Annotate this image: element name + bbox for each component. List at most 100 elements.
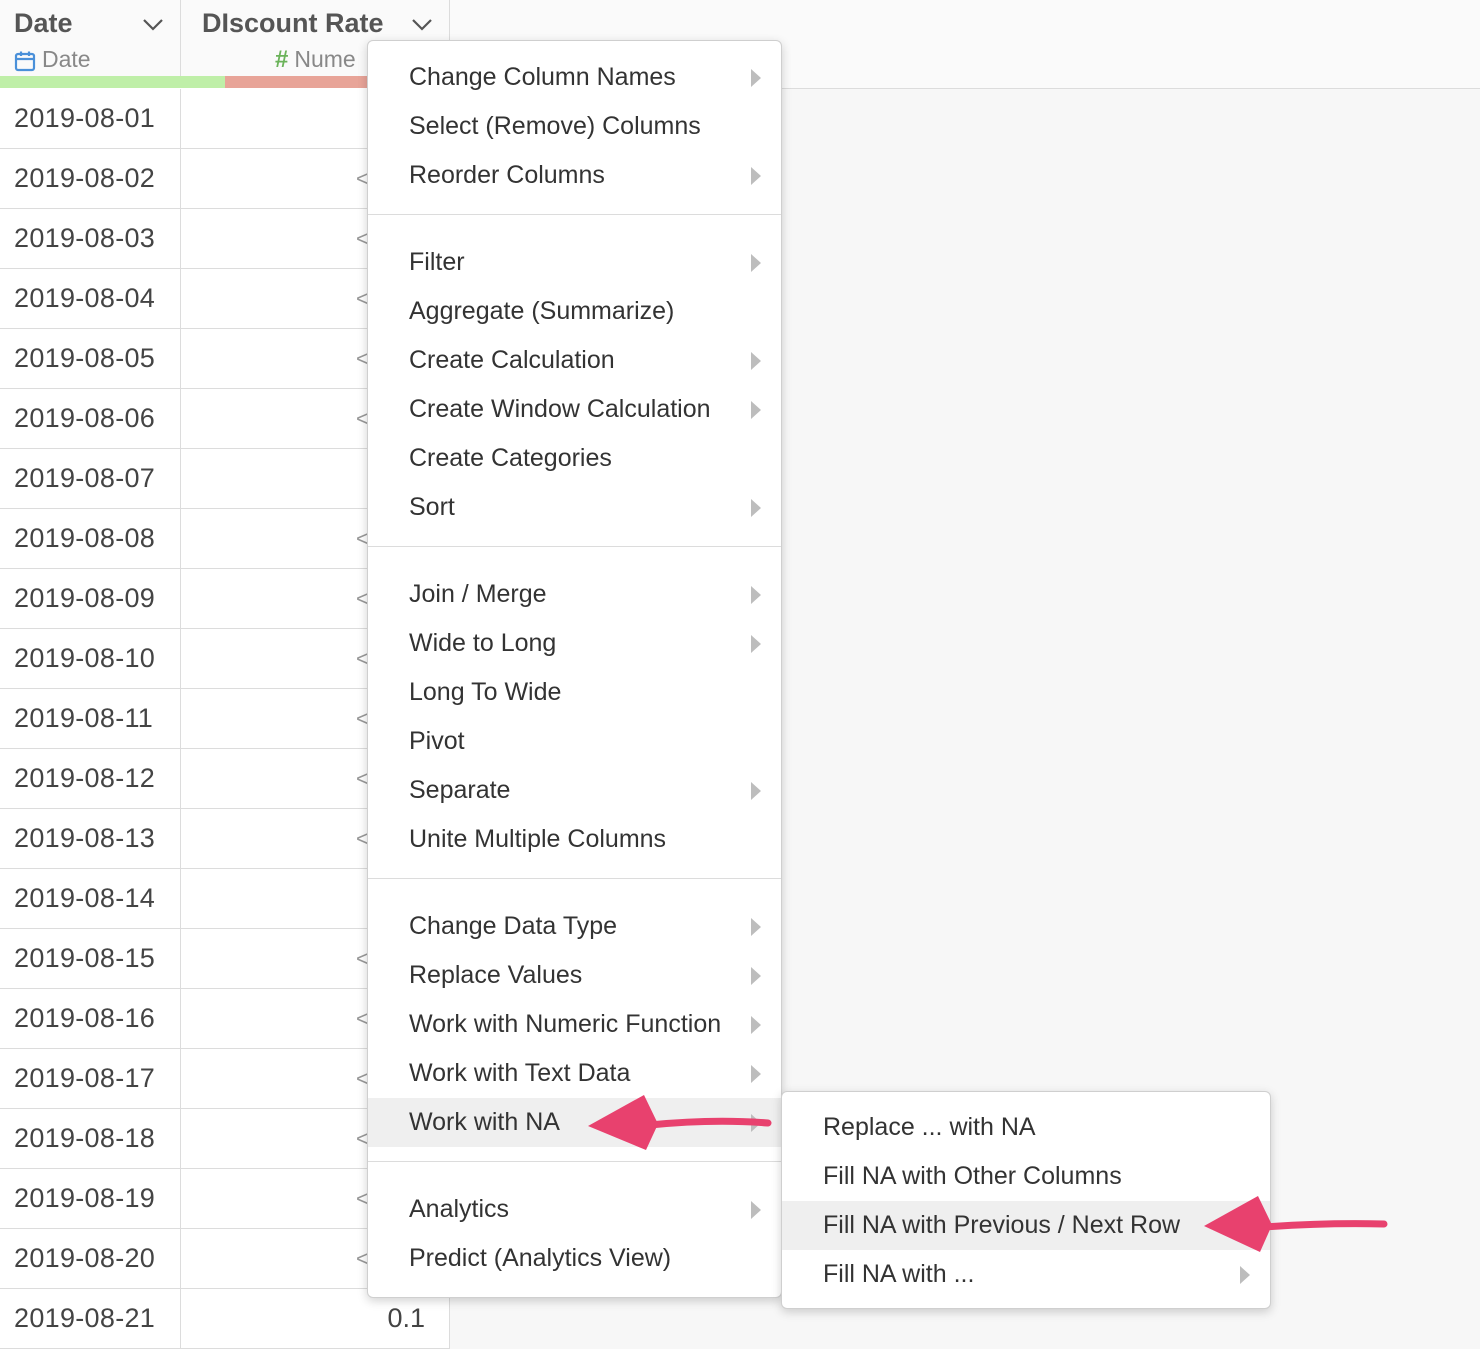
menu-item-work-with-numeric-function[interactable]: Work with Numeric Function	[368, 1000, 781, 1049]
menu-item-filter[interactable]: Filter	[368, 238, 781, 287]
date-cell[interactable]: 2019-08-06	[0, 389, 181, 448]
menu-item-join-merge[interactable]: Join / Merge	[368, 570, 781, 619]
menu-item-label: Wide to Long	[409, 629, 557, 657]
date-cell[interactable]: 2019-08-11	[0, 689, 181, 748]
date-cell[interactable]: 2019-08-13	[0, 809, 181, 868]
date-cell[interactable]: 2019-08-07	[0, 449, 181, 508]
menu-item-label: Sort	[409, 493, 455, 521]
caret-right-icon	[1240, 1266, 1250, 1284]
submenu-item-fill-na-with[interactable]: Fill NA with ...	[782, 1250, 1270, 1299]
date-cell[interactable]: 2019-08-15	[0, 929, 181, 988]
caret-right-icon	[751, 499, 761, 517]
menu-item-change-column-names[interactable]: Change Column Names	[368, 53, 781, 102]
caret-right-icon	[751, 352, 761, 370]
column-type: Date	[14, 46, 91, 73]
annotation-arrow-icon	[1204, 1196, 1388, 1252]
menu-item-label: Change Column Names	[409, 63, 676, 91]
caret-right-icon	[751, 401, 761, 419]
menu-item-label: Create Window Calculation	[409, 395, 711, 423]
menu-item-aggregate-summarize[interactable]: Aggregate (Summarize)	[368, 287, 781, 336]
date-cell[interactable]: 2019-08-08	[0, 509, 181, 568]
date-cell[interactable]: 2019-08-21	[0, 1289, 181, 1348]
date-cell[interactable]: 2019-08-14	[0, 869, 181, 928]
caret-right-icon	[751, 167, 761, 185]
quality-bar	[0, 76, 181, 88]
caret-right-icon	[751, 69, 761, 87]
date-cell[interactable]: 2019-08-02	[0, 149, 181, 208]
menu-item-pivot[interactable]: Pivot	[368, 717, 781, 766]
date-cell[interactable]: 2019-08-17	[0, 1049, 181, 1108]
menu-separator	[368, 214, 781, 215]
menu-item-label: Analytics	[409, 1195, 510, 1223]
menu-item-label: Replace ... with NA	[823, 1113, 1036, 1141]
menu-item-separate[interactable]: Separate	[368, 766, 781, 815]
menu-item-label: Work with Text Data	[409, 1059, 631, 1087]
column-type-label: Date	[42, 46, 91, 72]
date-cell[interactable]: 2019-08-16	[0, 989, 181, 1048]
menu-item-create-categories[interactable]: Create Categories	[368, 434, 781, 483]
caret-right-icon	[751, 254, 761, 272]
menu-item-unite-multiple-columns[interactable]: Unite Multiple Columns	[368, 815, 781, 864]
menu-item-reorder-columns[interactable]: Reorder Columns	[368, 151, 781, 200]
chevron-down-icon[interactable]	[411, 16, 433, 32]
date-cell[interactable]: 2019-08-20	[0, 1229, 181, 1288]
date-cell[interactable]: 2019-08-05	[0, 329, 181, 388]
date-cell[interactable]: 2019-08-18	[0, 1109, 181, 1168]
column-type-label: Nume	[294, 46, 356, 72]
menu-item-replace-values[interactable]: Replace Values	[368, 951, 781, 1000]
hash-icon: #	[275, 46, 289, 73]
date-cell[interactable]: 2019-08-09	[0, 569, 181, 628]
menu-separator	[368, 546, 781, 547]
date-cell[interactable]: 2019-08-10	[0, 629, 181, 688]
date-cell[interactable]: 2019-08-12	[0, 749, 181, 808]
menu-item-label: Select (Remove) Columns	[409, 112, 701, 140]
caret-right-icon	[751, 967, 761, 985]
caret-right-icon	[751, 1201, 761, 1219]
caret-right-icon	[751, 635, 761, 653]
menu-item-sort[interactable]: Sort	[368, 483, 781, 532]
menu-item-label: Pivot	[409, 727, 465, 755]
menu-item-label: Long To Wide	[409, 678, 562, 706]
menu-item-create-window-calculation[interactable]: Create Window Calculation	[368, 385, 781, 434]
menu-item-predict-analytics-view[interactable]: Predict (Analytics View)	[368, 1234, 781, 1283]
caret-right-icon	[751, 782, 761, 800]
menu-item-long-to-wide[interactable]: Long To Wide	[368, 668, 781, 717]
annotation-arrow-icon	[588, 1095, 772, 1150]
menu-item-label: Join / Merge	[409, 580, 547, 608]
menu-item-label: Fill NA with ...	[823, 1260, 975, 1288]
menu-item-change-data-type[interactable]: Change Data Type	[368, 902, 781, 951]
menu-item-label: Replace Values	[409, 961, 583, 989]
menu-item-analytics[interactable]: Analytics	[368, 1185, 781, 1234]
menu-item-select-remove-columns[interactable]: Select (Remove) Columns	[368, 102, 781, 151]
menu-item-label: Separate	[409, 776, 511, 804]
chevron-down-icon[interactable]	[142, 16, 164, 32]
menu-item-label: Change Data Type	[409, 912, 618, 940]
submenu-item-fill-na-with-previous-next-row[interactable]: Fill NA with Previous / Next Row	[782, 1201, 1270, 1250]
menu-item-label: Work with Numeric Function	[409, 1010, 722, 1038]
caret-right-icon	[751, 586, 761, 604]
menu-item-label: Work with NA	[409, 1108, 560, 1136]
column-header-date[interactable]: Date Date	[0, 0, 181, 88]
submenu-item-fill-na-with-other-columns[interactable]: Fill NA with Other Columns	[782, 1152, 1270, 1201]
column-name: Date	[14, 8, 73, 38]
quality-bar-valid	[181, 76, 225, 88]
submenu-item-replace-with-na[interactable]: Replace ... with NA	[782, 1103, 1270, 1152]
menu-item-label: Fill NA with Previous / Next Row	[823, 1211, 1181, 1239]
menu-item-label: Create Categories	[409, 444, 612, 472]
menu-item-label: Predict (Analytics View)	[409, 1244, 672, 1272]
menu-item-label: Reorder Columns	[409, 161, 605, 189]
column-name: DIscount Rate	[202, 8, 384, 38]
date-cell[interactable]: 2019-08-04	[0, 269, 181, 328]
caret-right-icon	[751, 1065, 761, 1083]
menu-item-wide-to-long[interactable]: Wide to Long	[368, 619, 781, 668]
menu-item-label: Create Calculation	[409, 346, 615, 374]
date-cell[interactable]: 2019-08-19	[0, 1169, 181, 1228]
date-cell[interactable]: 2019-08-03	[0, 209, 181, 268]
calendar-icon	[14, 51, 36, 72]
table-row: 2019-08-21 0.1	[0, 1289, 450, 1349]
menu-item-label: Unite Multiple Columns	[409, 825, 667, 853]
column-type: # Nume	[275, 46, 356, 74]
menu-item-create-calculation[interactable]: Create Calculation	[368, 336, 781, 385]
menu-item-label: Aggregate (Summarize)	[409, 297, 675, 325]
date-cell[interactable]: 2019-08-01	[0, 89, 181, 148]
